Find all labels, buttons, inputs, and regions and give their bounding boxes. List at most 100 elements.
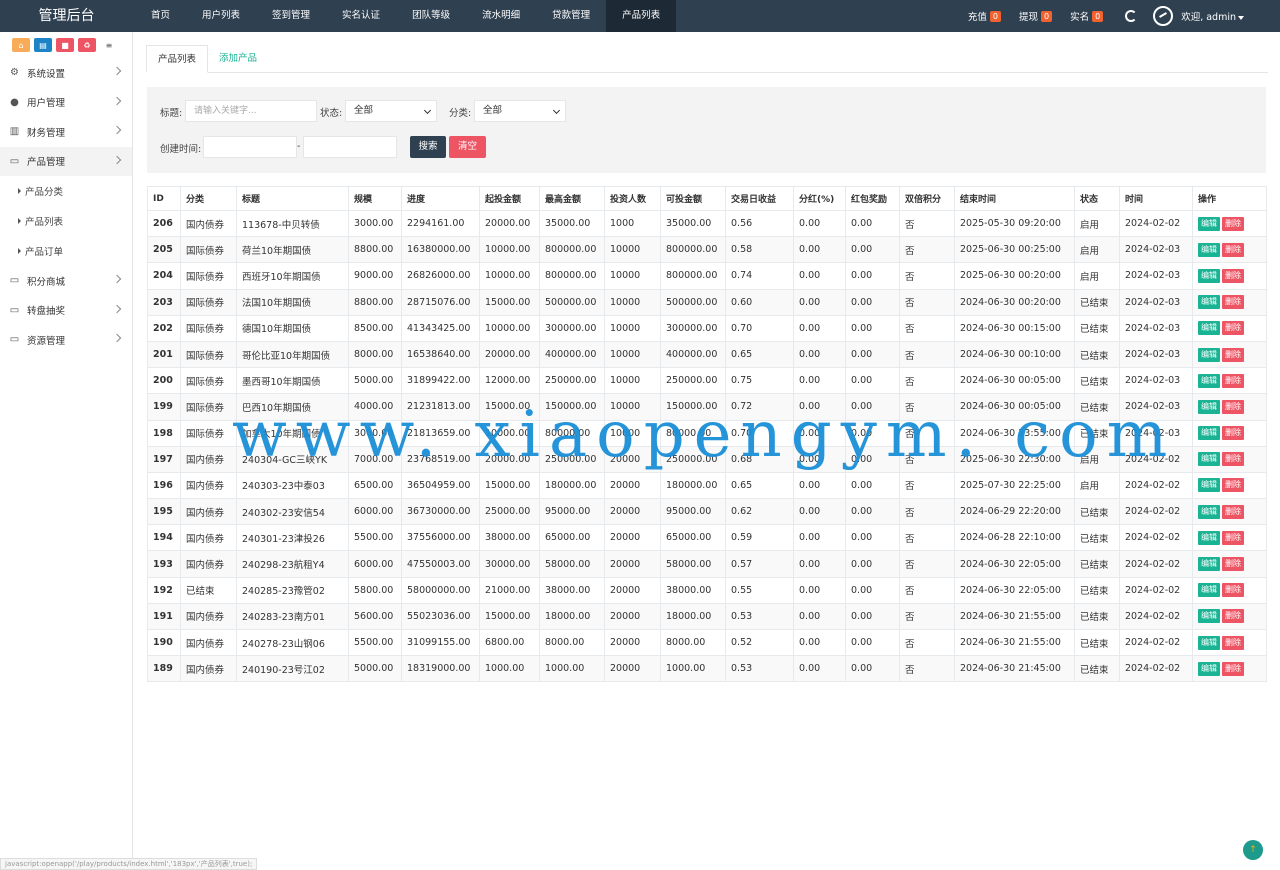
edit-button[interactable]: 编辑 [1198,504,1220,519]
end-date-input[interactable] [303,136,397,158]
delete-button[interactable]: 删除 [1222,295,1244,310]
column-header: 交易日收益 [725,186,794,211]
status-select[interactable]: 全部 [345,100,437,122]
nav-link[interactable]: 签到管理 [256,0,326,32]
edit-button[interactable]: 编辑 [1198,242,1220,257]
sidebar-item[interactable]: ▭ 产品管理 [0,146,132,176]
delete-button[interactable]: 删除 [1222,609,1244,624]
table-cell: 38000.00 [479,524,540,552]
sidebar-item[interactable]: ▭ 转盘抽奖 [0,296,132,326]
delete-button[interactable]: 删除 [1222,426,1244,441]
edit-button[interactable]: 编辑 [1198,268,1220,283]
edit-button[interactable]: 编辑 [1198,635,1220,650]
user-menu[interactable]: 欢迎, admin [1181,9,1244,23]
table-cell: 否 [899,314,955,342]
table-cell: 400000.00 [660,340,726,369]
title-search-input[interactable]: 请输入关键字... [185,100,317,122]
edit-button[interactable]: 编辑 [1198,399,1220,414]
file-icon[interactable]: ▤ [34,38,52,52]
delete-button[interactable]: 删除 [1222,530,1244,545]
table-cell: 2024-06-30 21:45:00 [954,655,1075,683]
counter-1[interactable]: 提现 0 [1019,9,1053,23]
sidebar-subitem[interactable]: 产品订单 [0,236,132,266]
nav-link[interactable]: 团队等级 [396,0,466,32]
table-cell: 1000.00 [660,655,726,683]
delete-button[interactable]: 删除 [1222,216,1244,231]
edit-button[interactable]: 编辑 [1198,216,1220,231]
actions-cell: 编辑 删除 [1192,314,1267,342]
edit-button[interactable]: 编辑 [1198,609,1220,624]
edit-button[interactable]: 编辑 [1198,452,1220,467]
delete-button[interactable]: 删除 [1222,661,1244,676]
start-date-input[interactable] [203,136,297,158]
delete-button[interactable]: 删除 [1222,478,1244,493]
column-header: 规模 [348,186,402,211]
home-icon[interactable]: ⌂ [12,38,30,52]
table-cell: 0.00 [845,262,900,290]
sidebar-subitem[interactable]: 产品列表 [0,206,132,236]
counter-0[interactable]: 充值 0 [968,9,1001,23]
delete-button[interactable]: 删除 [1222,242,1244,257]
delete-button[interactable]: 删除 [1222,268,1244,283]
delete-button[interactable]: 删除 [1222,583,1244,598]
nav-link[interactable]: 用户列表 [186,0,256,32]
list-icon[interactable]: ≡ [100,38,118,52]
table-cell: 8000.00 [539,628,605,657]
table-cell: 2024-02-03 [1119,367,1193,395]
edit-button[interactable]: 编辑 [1198,583,1220,598]
scroll-top-button[interactable]: ↑ [1243,840,1263,860]
nav-link[interactable]: 产品列表 [606,0,677,32]
delete-button[interactable]: 删除 [1222,635,1244,650]
edit-button[interactable]: 编辑 [1198,426,1220,441]
sidebar-item[interactable]: ▥ 财务管理 [0,117,132,147]
table-cell: 240190-23号江02 [236,655,349,683]
table-cell: 否 [899,471,955,500]
edit-button[interactable]: 编辑 [1198,530,1220,545]
delete-button[interactable]: 删除 [1222,399,1244,414]
refresh-icon[interactable] [1125,10,1138,22]
counter-2[interactable]: 实名 0 [1070,9,1104,23]
search-button[interactable]: 搜索 [410,136,446,158]
sidebar-item-label: 资源管理 [27,335,66,347]
delete-button[interactable]: 删除 [1222,557,1244,572]
tab[interactable]: 产品列表 [146,45,209,73]
table-cell: 哥伦比亚10年期国债 [236,340,349,369]
nav-link[interactable]: 首页 [135,0,186,32]
table-cell: 否 [899,209,955,238]
edit-button[interactable]: 编辑 [1198,347,1220,362]
delete-button[interactable]: 删除 [1222,452,1244,467]
edit-button[interactable]: 编辑 [1198,373,1220,388]
delete-button[interactable]: 删除 [1222,504,1244,519]
delete-button[interactable]: 删除 [1222,373,1244,388]
sidebar-item[interactable]: ● 用户管理 [0,88,132,118]
table-cell: 16380000.00 [401,236,480,264]
category-select[interactable]: 全部 [474,100,566,122]
sidebar-item[interactable]: ▭ 积分商城 [0,266,132,296]
table-cell: 已结束 [1074,288,1120,316]
nav-link[interactable]: 实名认证 [326,0,396,32]
actions-cell: 编辑 删除 [1192,419,1267,447]
sidebar-subitem[interactable]: 产品分类 [0,176,132,206]
edit-button[interactable]: 编辑 [1198,295,1220,310]
table-cell: 2024-02-02 [1119,471,1193,500]
actions-cell: 编辑 删除 [1192,340,1267,369]
nav-link[interactable]: 贷款管理 [536,0,606,32]
chevron-right-icon [112,125,122,135]
edit-button[interactable]: 编辑 [1198,478,1220,493]
sidebar-item[interactable]: ⚙ 系统设置 [0,58,132,88]
edit-button[interactable]: 编辑 [1198,321,1220,336]
trash-icon[interactable]: ■ [56,38,74,52]
sidebar-item[interactable]: ▭ 资源管理 [0,325,132,355]
table-cell: 国内债券 [180,550,237,578]
delete-button[interactable]: 删除 [1222,347,1244,362]
edit-button[interactable]: 编辑 [1198,557,1220,572]
table-cell: 已结束 [1074,314,1120,342]
table-cell: 5000.00 [348,367,402,395]
edit-button[interactable]: 编辑 [1198,661,1220,676]
tab[interactable]: 添加产品 [208,45,268,73]
recycle-icon[interactable]: ♻ [78,38,96,52]
delete-button[interactable]: 删除 [1222,321,1244,336]
share-icon[interactable] [1153,6,1174,26]
nav-link[interactable]: 流水明细 [466,0,536,32]
clear-button[interactable]: 清空 [449,136,486,158]
